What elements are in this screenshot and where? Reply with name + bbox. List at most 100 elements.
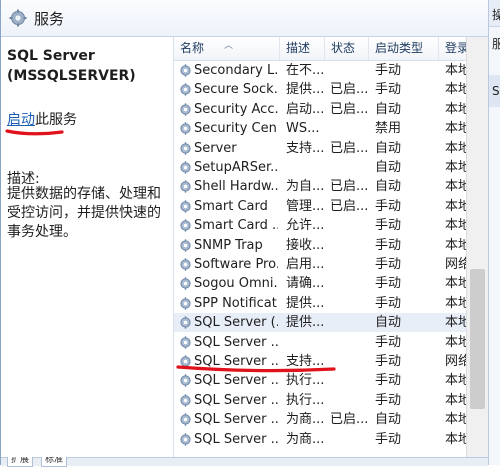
tab-standard[interactable]: 标准 [41,457,68,467]
service-name: Security Cen... [194,121,278,137]
column-status[interactable]: 状态 [325,37,369,60]
column-startup-type[interactable]: 启动类型 [369,37,439,60]
service-row[interactable]: Shell Hardw... 为自... 已启... 自动 本地 [174,177,467,196]
service-logon: 本地 [445,198,467,214]
service-description: 为商... [286,431,325,447]
annotation-underline-start [5,129,64,136]
service-name: Secure Sock... [194,82,278,98]
service-name: Sogou Omni... [194,276,278,292]
description-text: 提供数据的存储、处理和受控访问，并提供快速的事务处理。 [7,186,161,240]
service-logon: 本地 [445,334,467,350]
service-status: 已启... [330,101,369,117]
service-gear-icon [180,83,191,97]
service-row[interactable]: Security Acc... 启动... 已启... 自动 本地 [174,100,467,119]
service-row[interactable]: Server 支持... 已启... 自动 本地 [174,139,467,158]
start-service-link[interactable]: 启动 [7,112,35,128]
service-name: SQL Server ... [194,392,278,408]
service-description: WS... [286,121,320,137]
service-description: 提供... [286,82,325,98]
service-logon: 本地 [445,295,467,311]
actions-label-3[interactable]: S [492,84,500,98]
service-gear-icon [180,335,191,349]
services-window: 服务 SQL Server (MSSQLSERVER) 启动此服务 描述: 提供… [0,0,500,467]
service-gear-icon [180,238,191,252]
service-row[interactable]: SQL Server ... 手动 本地 [174,333,467,352]
actions-label-2[interactable]: 服 [492,35,500,52]
service-name: Smart Card [194,198,268,214]
annotation-underline-sql-server [176,365,336,373]
service-row[interactable]: SQL Server (... 提供... 自动 本地 [174,313,467,333]
service-logon: 网络 [445,354,467,369]
actions-panel: 操 服 S [488,0,500,465]
service-startup-type: 禁用 [375,121,402,137]
service-startup-type: 手动 [375,392,402,408]
service-logon: 网络 [445,257,467,272]
service-status: 已启... [330,412,369,428]
service-startup-type: 手动 [375,334,402,350]
service-description: 接收... [286,237,325,253]
service-logon: 本地 [445,63,467,78]
vertical-scrollbar[interactable] [466,37,488,457]
service-startup-type: 手动 [375,218,402,234]
service-startup-type: 自动 [375,315,402,331]
service-row[interactable]: SPP Notificat... 提供... 手动 本地 [174,294,467,313]
service-row[interactable]: SNMP Trap 接收... 手动 本地 [174,236,467,255]
service-name: SQL Server ... [194,431,278,447]
services-gear-icon [9,9,27,27]
service-gear-icon [180,64,191,77]
service-row[interactable]: SetupARSer... 自动 本地 [174,158,467,177]
service-description: 提供... [286,295,325,311]
service-row[interactable]: Secure Sock... 提供... 已启... 手动 本地 [174,80,467,99]
service-row[interactable]: Secondary L... 在不... 手动 本地 [174,61,467,80]
service-startup-type: 自动 [375,160,402,175]
service-description: 执行... [286,392,325,408]
service-logon: 本地 [445,179,467,195]
service-logon: 本地 [445,237,467,253]
service-gear-icon [180,413,191,426]
tab-extended[interactable]: 扩展 [7,457,34,467]
service-gear-icon [180,277,191,291]
start-service-line: 启动此服务 [7,109,77,129]
service-description: 请确... [286,276,325,292]
service-gear-icon [180,316,191,329]
service-gear-icon [180,258,191,271]
service-row[interactable]: SQL Server ... 为商... 已启... 自动 本地 [174,410,467,429]
service-name: SQL Server (... [194,315,278,331]
service-name: Server [194,140,237,156]
service-row[interactable]: Software Pro... 启用... 手动 网络 [174,255,467,274]
service-gear-icon [180,219,191,232]
service-startup-type: 手动 [375,373,402,389]
service-startup-type: 手动 [375,82,402,98]
service-gear-icon [180,297,191,310]
service-description: 为自... [286,179,325,195]
service-row[interactable]: Smart Card 管理... 已启... 手动 本地 [174,197,467,216]
service-name: SQL Server ... [194,412,278,428]
service-gear-icon [180,122,191,135]
column-description[interactable]: 描述 [280,37,325,60]
service-row[interactable]: SQL Server ... 执行... 手动 本地 [174,391,467,410]
service-startup-type: 手动 [375,237,402,253]
service-description: 启动... [286,101,325,117]
service-gear-icon [180,200,191,213]
title-bar: 服务 [1,0,488,37]
column-logon[interactable]: 登录 [439,37,467,60]
service-row[interactable]: Sogou Omni... 请确... 手动 本地 [174,274,467,293]
service-row[interactable]: Security Cen... WS... 禁用 本地 [174,119,467,138]
service-gear-icon [180,103,191,116]
service-row[interactable]: Smart Card ... 允许... 手动 本地 [174,216,467,235]
service-logon: 本地 [445,412,467,428]
service-gear-icon [180,161,191,174]
service-logon: 本地 [445,101,467,117]
service-description: 启用... [286,257,325,272]
service-status: 已启... [330,82,369,98]
service-name: SPP Notificat... [194,295,278,311]
scrollbar-thumb[interactable] [470,269,485,409]
service-logon: 本地 [445,373,467,389]
service-row[interactable]: SQL Server ... 执行... 手动 本地 [174,371,467,390]
services-list: 名称 ︿ 描述 状态 启动类型 登录 Secondary L... 在不... 手动… [173,37,467,457]
service-startup-type: 手动 [375,63,402,78]
service-logon: 本地 [445,392,467,408]
service-logon: 本地 [445,140,467,156]
service-gear-icon [180,394,191,407]
service-row[interactable]: SQL Server ... 为商... 手动 本地 [174,430,467,449]
